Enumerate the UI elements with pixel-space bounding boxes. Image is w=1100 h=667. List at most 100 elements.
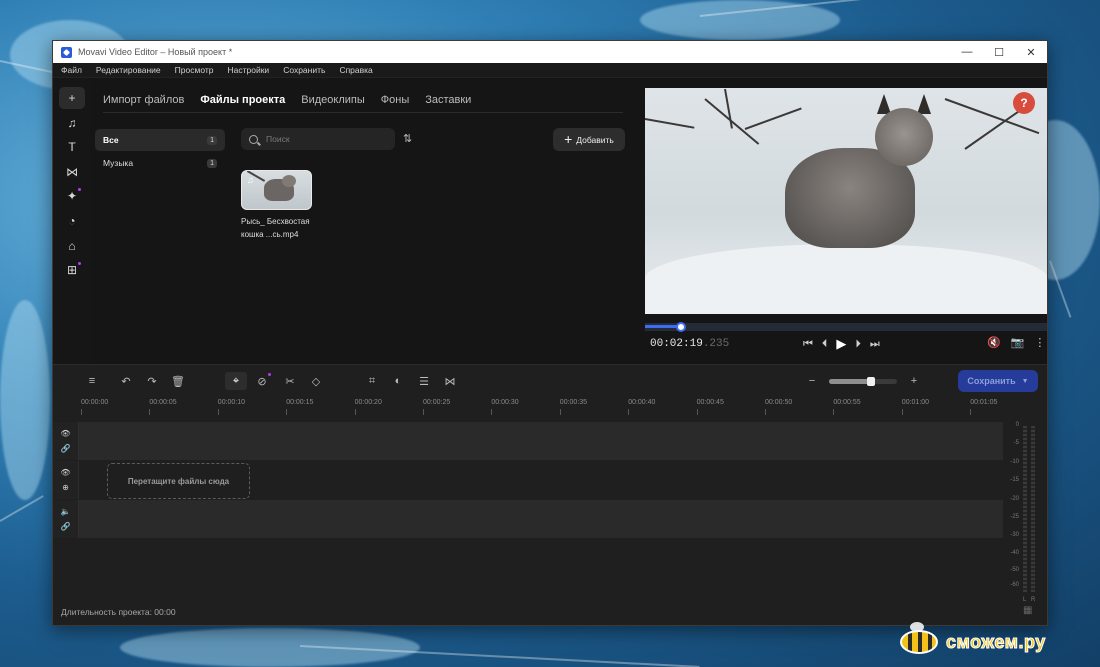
timecode: 00:02:19.235 [650, 338, 729, 350]
meter-scale-label: -40 [1010, 550, 1019, 556]
meter-scale-label: -30 [1010, 532, 1019, 538]
maximize-button[interactable]: ☐ [983, 41, 1015, 63]
effects-tool-button[interactable]: ✦ [59, 185, 85, 207]
media-item[interactable]: ♫ Рысь_ Бесхвостая кошка ...сь.mp4 [241, 170, 313, 241]
track-lane[interactable] [79, 500, 1003, 538]
crop-icon[interactable]: ⌗ [361, 372, 383, 390]
tab-intros[interactable]: Заставки [425, 94, 471, 106]
tab-backgrounds[interactable]: Фоны [381, 94, 409, 106]
video-track: 👁 🔗 [53, 422, 1003, 460]
close-button[interactable]: ✕ [1015, 41, 1047, 63]
menu-help[interactable]: Справка [339, 65, 372, 75]
track-lane[interactable] [79, 422, 1003, 460]
zoom-out-icon[interactable]: − [801, 372, 823, 390]
seek-bar[interactable] [645, 322, 1047, 332]
search-input[interactable] [266, 134, 376, 144]
ruler-tick: 00:00:45 [696, 399, 724, 415]
link-icon[interactable]: 🔗 [61, 441, 71, 456]
seek-handle[interactable] [676, 322, 687, 332]
transition-icon[interactable]: ⋈ [439, 372, 461, 390]
minimize-button[interactable]: — [951, 41, 983, 63]
add-button[interactable]: + Добавить [553, 128, 625, 151]
speaker-icon[interactable]: 🔈 [61, 504, 71, 519]
transport-controls: ⏮ ⏴ ▶ ⏵ ⏭ [803, 336, 889, 352]
import-tool-button[interactable]: + [59, 87, 85, 109]
transitions-tool-button[interactable]: ⋈ [59, 161, 85, 183]
audio-track: 🔈 🔗 [53, 500, 1003, 538]
category-all[interactable]: Все 1 [95, 129, 225, 151]
export-save-button[interactable]: Сохранить ▼ [958, 370, 1038, 392]
eye-icon[interactable]: 👁 [60, 465, 70, 480]
tab-import-files[interactable]: Импорт файлов [103, 94, 184, 106]
menu-edit[interactable]: Редактирование [96, 65, 161, 75]
magnet-icon[interactable]: ⊘ [251, 372, 273, 390]
more-options-icon[interactable]: ⋮ [1034, 336, 1045, 349]
sort-icon[interactable]: ⇅ [403, 132, 412, 145]
category-music[interactable]: Музыка 1 [95, 152, 225, 174]
sticker-icon: ◔ [68, 213, 76, 228]
music-tool-button[interactable]: ♫ [59, 112, 85, 134]
timeline-panel: ≡ ↶ ↷ 🗑 ⌖ ⊘ ✂ ◇ ⌗ ◐ ☰ ⋈ − + Сохранить ▼ … [53, 364, 1047, 625]
undo-icon[interactable]: ↶ [115, 372, 137, 390]
ruler-tick: 00:01:00 [901, 399, 930, 415]
grid-icon[interactable]: ▦ [1023, 605, 1032, 616]
tool-sidebar: + ♫ T ⋈ ✦ ◔ ⌂ ⊞ [53, 79, 91, 365]
adjust-icon[interactable]: ☰ [413, 372, 435, 390]
video-preview[interactable]: ? [645, 88, 1047, 314]
prev-frame-icon[interactable]: ⏴ [822, 338, 828, 351]
color-icon[interactable]: ◐ [387, 372, 409, 390]
media-filename-line2: кошка ...сь.mp4 [241, 230, 299, 239]
skip-start-icon[interactable]: ⏮ [803, 338, 813, 351]
media-filename-line1: Рысь_ Бесхвостая [241, 217, 310, 226]
mute-icon[interactable]: 🔇 [987, 336, 1001, 349]
search-box [241, 128, 395, 150]
meter-scale-label: -60 [1010, 582, 1019, 588]
add-track-icon[interactable]: ≡ [81, 372, 103, 390]
audio-level-meter: L R 0 -5 -10 -15 -20 -25 -30 -40 -50 -60 [1005, 422, 1045, 603]
ruler-tick: 00:00:10 [217, 399, 246, 415]
search-icon [249, 134, 258, 144]
eye-icon[interactable]: 👁 [60, 426, 70, 441]
titles-tool-button[interactable]: T [59, 136, 85, 158]
help-button[interactable]: ? [1013, 92, 1035, 114]
drop-zone[interactable]: Перетащите файлы сюда [107, 463, 250, 499]
next-frame-icon[interactable]: ⏵ [855, 338, 861, 351]
window-title: Movavi Video Editor – Новый проект * [78, 47, 233, 57]
tab-video-clips[interactable]: Видеоклипы [301, 94, 365, 106]
zoom-slider[interactable] [829, 377, 897, 386]
scissors-icon[interactable]: ✂ [279, 372, 301, 390]
menu-file[interactable]: Файл [61, 65, 82, 75]
new-badge-dot [78, 262, 81, 266]
skip-end-icon[interactable]: ⏭ [870, 338, 880, 351]
category-count-badge: 1 [207, 135, 217, 145]
chevron-down-icon: ▼ [1021, 377, 1029, 385]
toolbox-icon: ⌂ [68, 238, 76, 253]
meter-scale-label: -15 [1010, 477, 1019, 483]
apps-tool-button[interactable]: ⊞ [59, 259, 85, 281]
zoom-in-icon[interactable]: + [903, 372, 925, 390]
menu-save[interactable]: Сохранить [283, 65, 325, 75]
lock-icon[interactable]: ⊕ [62, 480, 69, 495]
marker-icon[interactable]: ◇ [305, 372, 327, 390]
redo-icon[interactable]: ↷ [141, 372, 163, 390]
ruler-tick: 00:01:05 [970, 399, 998, 415]
select-tool-icon[interactable]: ⌖ [225, 372, 247, 390]
new-badge-dot [78, 188, 81, 192]
menu-bar: Файл Редактирование Просмотр Настройки С… [53, 63, 1047, 78]
zoom-handle[interactable] [867, 377, 876, 386]
menu-view[interactable]: Просмотр [175, 65, 214, 75]
play-icon[interactable]: ▶ [836, 336, 846, 352]
delete-icon[interactable]: 🗑 [167, 372, 189, 390]
track-lane[interactable]: Перетащите файлы сюда [79, 461, 1003, 499]
link-icon[interactable]: 🔗 [61, 519, 71, 534]
time-ruler[interactable]: 00:00:00 00:00:05 00:00:10 00:00:15 00:00:20… [53, 399, 1003, 417]
tab-project-files[interactable]: Файлы проекта [200, 94, 285, 106]
snapshot-icon[interactable]: 📷 [1011, 336, 1025, 349]
track-controls: 🔈 🔗 [53, 500, 79, 538]
more-tools-button[interactable]: ⌂ [59, 235, 85, 257]
meter-scale-label: -10 [1010, 459, 1019, 465]
stickers-tool-button[interactable]: ◔ [59, 210, 85, 232]
meter-scale-label: 0 [1015, 422, 1019, 428]
watermark-text: сможем.ру [946, 631, 1046, 652]
menu-settings[interactable]: Настройки [228, 65, 270, 75]
